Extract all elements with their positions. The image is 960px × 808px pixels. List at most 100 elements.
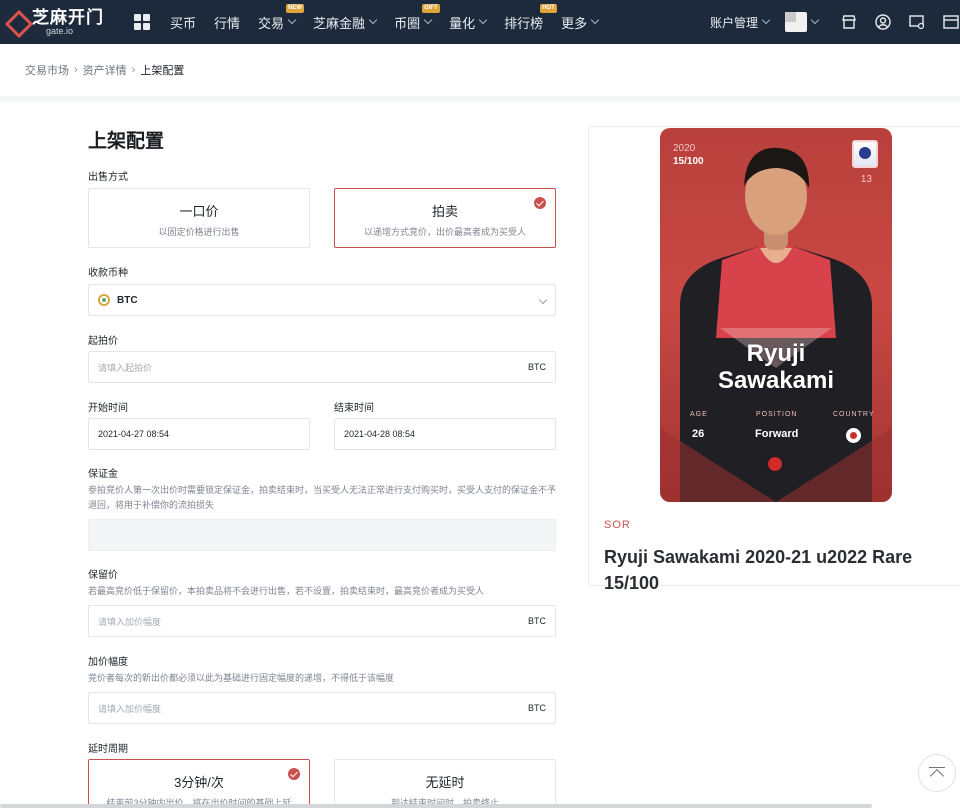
check-icon (288, 768, 300, 780)
check-icon (534, 197, 546, 209)
breadcrumb-asset-detail[interactable]: 资产详情 (83, 62, 127, 78)
back-to-top-button[interactable] (918, 754, 956, 792)
chevron-down-icon (423, 15, 433, 25)
option-delay-3min[interactable]: 3分钟/次 结束前3分钟内出价，将在出价时间的基础上延 (88, 759, 310, 808)
stat-position-value: Forward (755, 428, 799, 440)
deposit-input (88, 519, 556, 551)
increment-input[interactable]: 请填入加价幅度 BTC (88, 692, 556, 724)
user-icon[interactable] (874, 13, 892, 31)
increment-desc: 竞价者每次的新出价都必须以此为基础进行固定幅度的递增，不得低于该幅度 (88, 673, 395, 683)
chevron-right-icon: › (131, 64, 136, 76)
nav-item-community[interactable]: 币圈 GIFT (394, 3, 440, 32)
screen-settings-icon[interactable] (908, 13, 926, 31)
unit-label: BTC (528, 362, 546, 372)
sale-method-label: 出售方式 (88, 172, 128, 183)
chevron-down-icon (590, 15, 600, 25)
start-time-input[interactable]: 2021-04-27 08:54 (88, 418, 310, 450)
logo-subtext: gate.io (46, 25, 74, 36)
top-nav: 芝麻开门 gate.io 买币 行情 交易 NEW 芝麻金融 币圈 GIFT 量… (0, 0, 960, 44)
breadcrumb: 交易市场 › 资产详情 › 上架配置 (25, 62, 184, 78)
end-time-label: 结束时间 (334, 403, 374, 414)
logo-text: 芝麻开门 (32, 7, 104, 27)
nav-item-ranking[interactable]: 排行榜 HOT (504, 3, 557, 32)
deposit-label: 保证金 (88, 469, 118, 480)
chevron-down-icon (368, 15, 378, 25)
breadcrumb-current: 上架配置 (140, 65, 185, 77)
end-time-input[interactable]: 2021-04-28 08:54 (334, 418, 556, 450)
section-divider (0, 96, 960, 102)
account-menu[interactable]: 账户管理 (710, 14, 771, 31)
more-icon[interactable] (942, 13, 960, 31)
currency-select[interactable]: BTC (88, 284, 556, 316)
input-placeholder: 请填入加价幅度 (98, 703, 162, 714)
rarity-icon (768, 457, 782, 471)
currency-label: 收款币种 (88, 268, 128, 279)
apps-grid-icon[interactable] (134, 14, 150, 30)
player-card: 2020 15/100 13 Ryuji Sawakami AGE 26 POS… (660, 128, 892, 502)
nav-item-market[interactable]: 行情 (214, 13, 240, 32)
nav-item-finance[interactable]: 芝麻金融 (313, 13, 378, 32)
chevron-down-icon (761, 15, 771, 25)
btc-coin-icon (98, 294, 110, 306)
input-placeholder: 请填入加价幅度 (98, 616, 162, 627)
increment-label: 加价幅度 (88, 657, 128, 668)
reserve-price-desc: 若最高竞价低于保留价，本拍卖品将不会进行出售，若不设置，拍卖结束时，最高竞价者成… (88, 586, 485, 596)
card-year: 2020 (673, 143, 696, 154)
start-time-value: 2021-04-27 08:54 (98, 429, 170, 439)
nav-item-buy[interactable]: 买币 (170, 13, 196, 32)
reserve-price-label: 保留价 (88, 570, 118, 581)
gate-logo-icon (6, 11, 28, 33)
option-no-delay[interactable]: 无延时 到达结束时间时，拍卖终止 (334, 759, 556, 808)
nav-item-trade[interactable]: 交易 NEW (258, 3, 305, 32)
unit-label: BTC (528, 616, 546, 626)
hot-badge: HOT (540, 3, 557, 13)
stat-age-key: AGE (690, 411, 708, 418)
deposit-desc: 参拍竞价人第一次出价时需要锁定保证金，拍卖结束时，当买受人无法正常进行支付购买时… (88, 485, 557, 510)
player-first-name: Ryuji (746, 340, 806, 367)
chevron-down-icon (287, 15, 297, 25)
stat-country-key: COUNTRY (833, 411, 875, 418)
player-last-name: Sawakami (717, 367, 835, 394)
user-avatar-menu[interactable] (785, 12, 820, 32)
store-icon[interactable] (840, 13, 858, 31)
nav-item-quant[interactable]: 量化 (449, 13, 488, 32)
club-crest-icon (852, 140, 878, 168)
start-price-label: 起拍价 (88, 336, 118, 347)
gift-badge: GIFT (422, 3, 440, 13)
option-title: 无延时 (425, 775, 465, 790)
jersey-number: 13 (860, 174, 872, 185)
card-source: SOR (604, 519, 631, 531)
option-fixed-price[interactable]: 一口价 以固定价格进行出售 (88, 188, 310, 248)
nav-item-more[interactable]: 更多 (561, 13, 600, 32)
input-placeholder: 请填入起拍价 (98, 362, 153, 373)
chevron-down-icon (478, 15, 488, 25)
horizontal-scrollbar[interactable] (0, 804, 872, 808)
player-photo (660, 147, 892, 502)
new-badge: NEW (286, 3, 305, 13)
card-serial: 15/100 (673, 156, 704, 167)
avatar (785, 12, 807, 32)
card-title: Ryuji Sawakami 2020-21 u2022 Rare 15/100 (604, 547, 913, 593)
option-title: 拍卖 (431, 204, 458, 219)
japan-flag-icon (846, 428, 861, 443)
delay-label: 延时周期 (88, 744, 128, 755)
end-time-value: 2021-04-28 08:54 (344, 429, 416, 439)
breadcrumb-market[interactable]: 交易市场 (25, 62, 69, 78)
chevron-down-icon (810, 15, 820, 25)
stat-age-value: 26 (692, 428, 705, 440)
option-auction[interactable]: 拍卖 以递增方式竞价，出价最高者成为买受人 (334, 188, 556, 248)
reserve-price-input[interactable]: 请填入加价幅度 BTC (88, 605, 556, 637)
chevron-right-icon: › (74, 64, 78, 76)
unit-label: BTC (528, 703, 546, 713)
start-time-label: 开始时间 (88, 403, 128, 414)
option-desc: 以固定价格进行出售 (158, 227, 240, 237)
stat-position-key: POSITION (756, 411, 798, 418)
gate-logo[interactable]: 芝麻开门 gate.io (6, 0, 104, 44)
page-title: 上架配置 (88, 131, 165, 152)
start-price-input[interactable]: 请填入起拍价 BTC (88, 351, 556, 383)
currency-value: BTC (117, 294, 138, 306)
option-title: 一口价 (179, 204, 219, 219)
option-title: 3分钟/次 (174, 775, 224, 790)
option-desc: 以递增方式竞价，出价最高者成为买受人 (363, 227, 526, 237)
chevron-down-icon (535, 295, 548, 305)
